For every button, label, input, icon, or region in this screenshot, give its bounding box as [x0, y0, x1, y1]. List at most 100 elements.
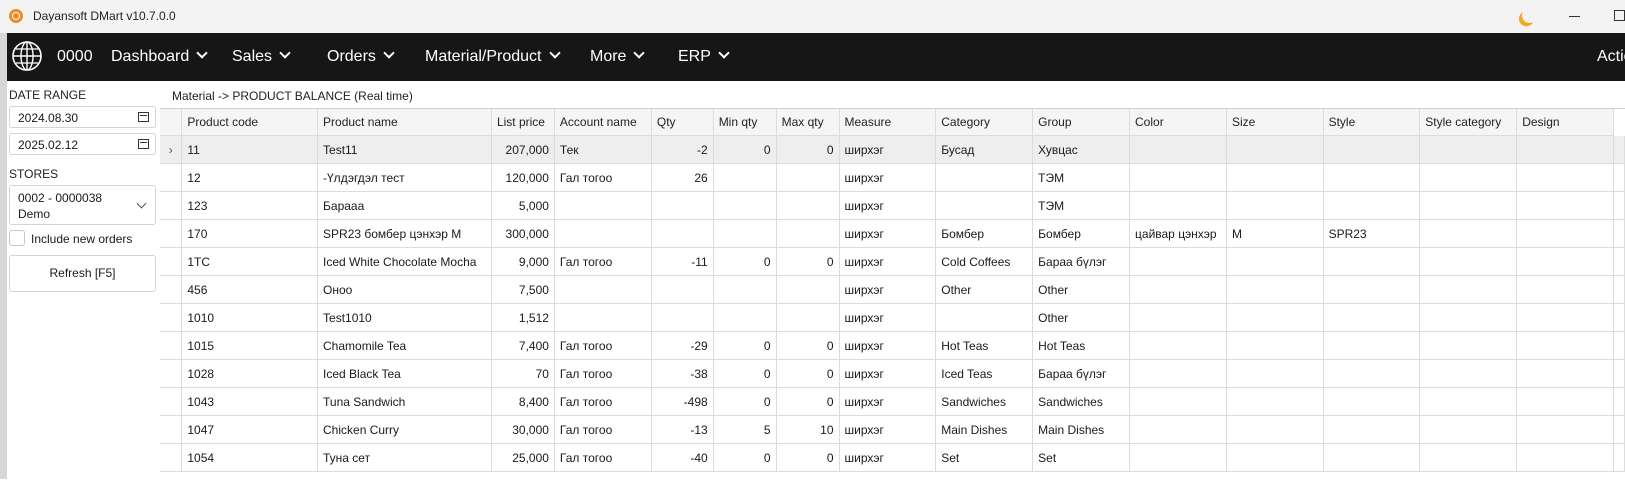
table-cell[interactable]	[1419, 219, 1518, 248]
table-cell[interactable]: Other	[1032, 275, 1131, 304]
table-cell[interactable]: ширхэг	[839, 387, 937, 416]
table-cell[interactable]	[1323, 415, 1421, 444]
table-cell[interactable]	[1516, 191, 1614, 220]
table-cell[interactable]: Гал тогоо	[554, 247, 652, 276]
table-cell[interactable]: ширхэг	[839, 359, 937, 388]
table-cell[interactable]: Iced Teas	[935, 359, 1034, 388]
table-cell[interactable]	[935, 163, 1034, 192]
table-row[interactable]: 1028 Iced Black Tea 70 Гал тогоо -38 0 0 ширхэг…	[160, 359, 1625, 388]
table-cell[interactable]: 0	[776, 135, 840, 164]
table-cell[interactable]: 0	[713, 247, 777, 276]
table-cell[interactable]: ширхэг	[839, 303, 937, 332]
table-cell[interactable]	[713, 303, 777, 332]
table-cell[interactable]: Iced Black Tea	[317, 359, 492, 388]
column-header[interactable]: Style	[1323, 109, 1421, 136]
row-indicator[interactable]	[160, 415, 183, 444]
table-cell[interactable]	[1419, 163, 1518, 192]
table-cell[interactable]: Sandwiches	[935, 387, 1034, 416]
table-cell[interactable]	[1323, 191, 1421, 220]
table-cell[interactable]	[1419, 191, 1518, 220]
table-cell[interactable]: 123	[181, 191, 319, 220]
table-cell[interactable]: Sandwiches	[1032, 387, 1131, 416]
row-indicator[interactable]	[160, 359, 183, 388]
table-cell[interactable]	[651, 303, 714, 332]
table-cell[interactable]	[776, 191, 840, 220]
table-cell[interactable]: Бомбер	[1032, 219, 1131, 248]
table-cell[interactable]: 26	[651, 163, 714, 192]
table-cell[interactable]	[1516, 359, 1614, 388]
table-cell[interactable]: 456	[181, 275, 319, 304]
column-header[interactable]: Product code	[181, 109, 319, 136]
table-cell[interactable]	[1419, 303, 1518, 332]
table-cell[interactable]	[651, 219, 714, 248]
table-cell[interactable]	[1323, 331, 1421, 360]
table-cell[interactable]: ширхэг	[839, 443, 937, 472]
table-cell[interactable]	[1226, 275, 1324, 304]
table-cell[interactable]: ширхэг	[839, 331, 937, 360]
table-cell[interactable]	[713, 275, 777, 304]
table-cell[interactable]: Тек	[554, 135, 652, 164]
table-cell[interactable]	[1419, 331, 1518, 360]
nav-orders-menu[interactable]: Orders	[327, 47, 395, 66]
table-cell[interactable]: 170	[181, 219, 319, 248]
column-header[interactable]: Account name	[554, 109, 652, 136]
table-cell[interactable]: Hot Teas	[935, 331, 1034, 360]
table-cell[interactable]: 0	[713, 135, 777, 164]
table-cell[interactable]: ширхэг	[839, 191, 937, 220]
table-cell[interactable]: 25,000	[491, 443, 555, 472]
table-cell[interactable]: 1010	[181, 303, 319, 332]
table-cell[interactable]	[1129, 275, 1227, 304]
column-header[interactable]: Product name	[317, 109, 492, 136]
table-cell[interactable]	[1129, 359, 1227, 388]
column-header[interactable]: Max qty	[776, 109, 840, 136]
table-cell[interactable]	[1226, 247, 1324, 276]
table-cell[interactable]: 207,000	[491, 135, 555, 164]
table-cell[interactable]: Tuna Sandwich	[317, 387, 492, 416]
row-indicator[interactable]	[160, 247, 183, 276]
table-cell[interactable]: цайвар цэнхэр	[1129, 219, 1227, 248]
table-cell[interactable]: 0	[776, 387, 840, 416]
column-header[interactable]: Min qty	[713, 109, 777, 136]
column-header[interactable]: Measure	[839, 109, 937, 136]
table-cell[interactable]	[1516, 163, 1614, 192]
table-cell[interactable]: 1043	[181, 387, 319, 416]
table-cell[interactable]: 120,000	[491, 163, 555, 192]
table-cell[interactable]	[1516, 135, 1614, 164]
table-cell[interactable]: 8,400	[491, 387, 555, 416]
table-cell[interactable]	[1419, 135, 1518, 164]
table-cell[interactable]	[1323, 135, 1421, 164]
table-cell[interactable]: Other	[1032, 303, 1131, 332]
table-cell[interactable]: ширхэг	[839, 275, 937, 304]
table-cell[interactable]: Бараа бүлэг	[1032, 359, 1131, 388]
table-row[interactable]: 1043 Tuna Sandwich 8,400 Гал тогоо -498 0 0 шир…	[160, 387, 1625, 416]
table-cell[interactable]	[651, 191, 714, 220]
table-cell[interactable]	[935, 191, 1034, 220]
column-header[interactable]: Style category	[1419, 109, 1518, 136]
table-row[interactable]: 1054 Туна сет 25,000 Гал тогоо -40 0 0 ширхэг Se…	[160, 443, 1625, 472]
table-cell[interactable]	[1226, 191, 1324, 220]
table-cell[interactable]: Бомбер	[935, 219, 1034, 248]
table-cell[interactable]	[1516, 247, 1614, 276]
table-cell[interactable]: 0	[776, 443, 840, 472]
table-cell[interactable]: ТЭМ	[1032, 163, 1131, 192]
table-cell[interactable]	[1419, 415, 1518, 444]
nav-erp-menu[interactable]: ERP	[678, 47, 730, 66]
table-cell[interactable]	[554, 303, 652, 332]
table-cell[interactable]	[1323, 247, 1421, 276]
table-cell[interactable]: Iced White Chocolate Mocha	[317, 247, 492, 276]
nav-material-product-menu[interactable]: Material/Product	[425, 47, 561, 66]
table-cell[interactable]: Chamomile Tea	[317, 331, 492, 360]
table-cell[interactable]	[1516, 415, 1614, 444]
table-cell[interactable]: Гал тогоо	[554, 163, 652, 192]
table-cell[interactable]	[1516, 331, 1614, 360]
table-cell[interactable]	[554, 219, 652, 248]
row-indicator[interactable]	[160, 191, 183, 220]
include-new-orders-label[interactable]: Include new orders	[31, 232, 132, 246]
theme-toggle-moon-icon[interactable]	[1520, 6, 1539, 25]
table-cell[interactable]: ширхэг	[839, 135, 937, 164]
table-cell[interactable]	[1129, 163, 1227, 192]
column-header[interactable]: Qty	[651, 109, 714, 136]
table-cell[interactable]	[1129, 303, 1227, 332]
table-cell[interactable]	[1516, 443, 1614, 472]
table-cell[interactable]: -29	[651, 331, 714, 360]
